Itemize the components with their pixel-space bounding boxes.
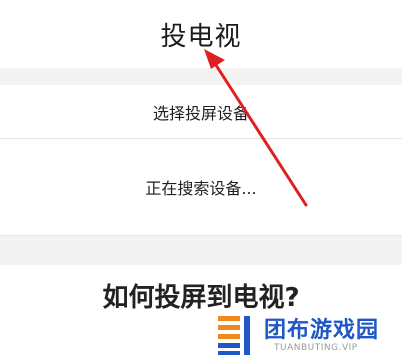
brand-name: 团布游戏园 [264,318,380,343]
section-spacer-top [0,68,402,85]
brand-logo-icon [218,316,250,355]
section-spacer-bottom [0,236,402,265]
select-device-label: 选择投屏设备 [152,103,249,123]
page: 投电视 选择投屏设备 正在搜索设备... 如何投屏到电视? 团布游戏园 TUAN… [0,0,402,360]
brand-url: TUANBUTING.VIP [274,343,358,353]
page-title: 投电视 [160,21,242,52]
searching-status-row: 正在搜索设备... [0,139,402,235]
watermark: 团布游戏园 TUANBUTING.VIP [216,312,402,360]
select-device-row[interactable]: 选择投屏设备 [0,85,402,138]
searching-status-label: 正在搜索设备... [145,179,257,198]
